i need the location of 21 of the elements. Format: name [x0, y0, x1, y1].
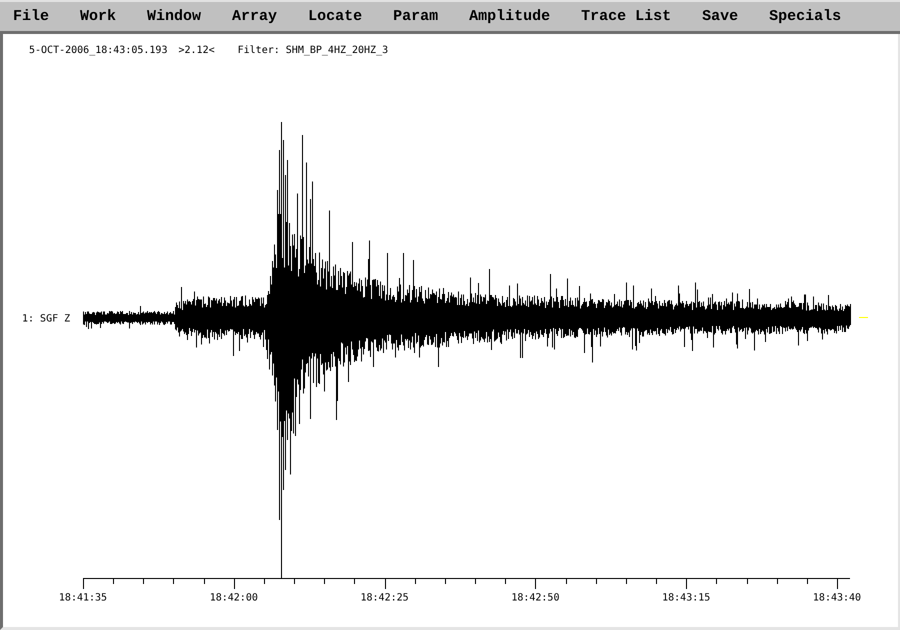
- menu-item[interactable]: Specials: [769, 8, 842, 26]
- filter-label: Filter: SHM_BP_4HZ_20HZ_3: [238, 45, 388, 57]
- trace-label: 1: SGF Z: [22, 314, 70, 325]
- menu-item[interactable]: Save: [702, 8, 738, 26]
- time-tick-label: 18:41:35: [58, 592, 108, 604]
- menu-item[interactable]: Window: [147, 8, 202, 26]
- menu-item[interactable]: Locate: [308, 8, 362, 26]
- menu-item[interactable]: Trace List: [581, 8, 672, 26]
- trace-marker-icon: [858, 317, 868, 318]
- time-tick-label: 18:42:50: [511, 592, 560, 604]
- menu-item[interactable]: Param: [393, 8, 438, 26]
- menu-item[interactable]: File: [13, 8, 50, 26]
- time-tick-label: 18:42:25: [360, 592, 409, 604]
- menu-item[interactable]: Work: [80, 8, 116, 26]
- menu-item[interactable]: Amplitude: [469, 8, 550, 26]
- menu-item[interactable]: Array: [232, 8, 278, 26]
- time-tick-label: 18:42:00: [210, 592, 258, 604]
- amplitude-scale: >2.12<: [178, 45, 215, 57]
- event-timestamp: 5-OCT-2006_18:43:05.193: [29, 45, 168, 57]
- time-tick-label: 18:43:40: [812, 592, 862, 604]
- time-tick-label: 18:43:15: [662, 592, 710, 604]
